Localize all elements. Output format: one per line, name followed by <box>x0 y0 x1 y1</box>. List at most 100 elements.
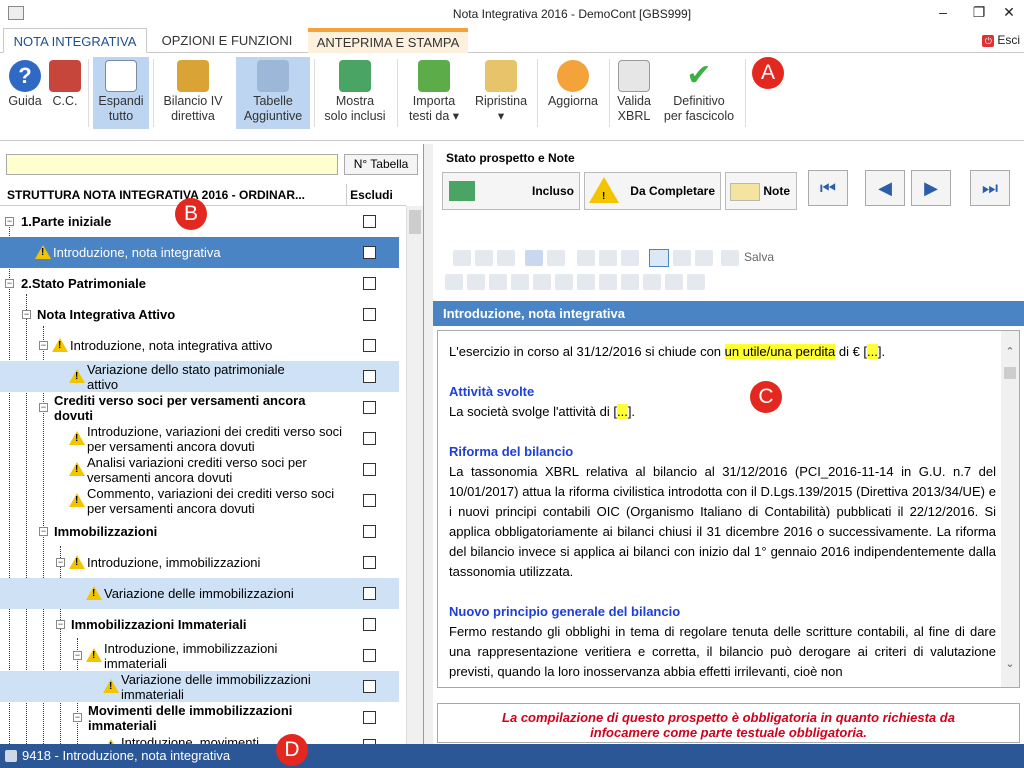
tree-row-variazione-immateriali[interactable]: Variazione delle immobilizzazioni immate… <box>0 671 399 702</box>
collapse-icon[interactable]: − <box>39 341 48 350</box>
tree-row-nota-attivo[interactable]: − Nota Integrativa Attivo <box>0 299 399 330</box>
escludi-checkbox[interactable] <box>363 618 376 631</box>
col-left-icon[interactable] <box>555 274 573 290</box>
row-above-icon[interactable] <box>489 274 507 290</box>
tree-row-variazione-stato-attivo[interactable]: Variazione dello stato patrimoniale atti… <box>0 361 399 392</box>
split-cells-icon[interactable] <box>643 274 661 290</box>
collapse-icon[interactable]: − <box>73 651 82 660</box>
table-props-icon[interactable] <box>467 274 485 290</box>
collapse-icon[interactable]: − <box>39 527 48 536</box>
tabelle-aggiuntive-button[interactable]: Tabelle Aggiuntive <box>236 57 310 129</box>
escludi-checkbox[interactable] <box>363 556 376 569</box>
definitivo-fascicolo-button[interactable]: ✔ Definitivo per fascicolo <box>657 57 741 129</box>
paste-icon[interactable] <box>497 250 515 266</box>
mostra-solo-inclusi-button[interactable]: Mostra solo inclusi <box>318 57 392 129</box>
incluso-button[interactable]: Incluso <box>442 172 580 210</box>
html-view-icon[interactable] <box>673 250 691 266</box>
cut-icon[interactable] <box>453 250 471 266</box>
save-icon[interactable] <box>721 250 739 266</box>
escludi-checkbox[interactable] <box>363 494 376 507</box>
next-record-button[interactable]: ▶ <box>911 170 951 206</box>
tree-row-stato-patrimoniale[interactable]: − 2.Stato Patrimoniale <box>0 268 399 299</box>
collapse-icon[interactable]: − <box>56 558 65 567</box>
tree-row-immateriali[interactable]: − Immobilizzazioni Immateriali <box>0 609 399 640</box>
collapse-icon[interactable]: − <box>22 310 31 319</box>
collapse-icon[interactable]: − <box>5 217 14 226</box>
document-scrollbar[interactable]: ⌃ ⌄ <box>1001 331 1019 687</box>
pane-splitter[interactable] <box>424 144 433 744</box>
row-delete-icon[interactable] <box>533 274 551 290</box>
minimize-button[interactable]: – <box>928 2 958 24</box>
tree-row-intro-movimenti[interactable]: Introduzione, movimenti <box>0 733 399 744</box>
scroll-thumb[interactable] <box>409 210 421 234</box>
esci-button[interactable]: ⏻ Esci <box>982 33 1020 47</box>
tree-row-intro-immobilizzazioni[interactable]: − Introduzione, immobilizzazioni <box>0 547 399 578</box>
da-completare-button[interactable]: Da Completare <box>584 172 721 215</box>
col-delete-icon[interactable] <box>599 274 617 290</box>
escludi-checkbox[interactable] <box>363 339 376 352</box>
collapse-icon[interactable]: − <box>39 403 48 412</box>
escludi-checkbox[interactable] <box>363 277 376 290</box>
preview-icon[interactable] <box>695 250 713 266</box>
tab-anteprima-stampa[interactable]: ANTEPRIMA E STAMPA <box>308 28 468 53</box>
last-record-button[interactable]: ⏭ <box>970 170 1010 206</box>
escludi-checkbox[interactable] <box>363 525 376 538</box>
tree-row-immobilizzazioni[interactable]: − Immobilizzazioni <box>0 516 399 547</box>
copy-icon[interactable] <box>475 250 493 266</box>
table-insert-icon[interactable] <box>445 274 463 290</box>
bilancio-iv-direttiva-button[interactable]: Bilancio IV direttiva <box>157 57 229 129</box>
find-icon[interactable] <box>599 250 617 266</box>
spellcheck-icon[interactable] <box>621 250 639 266</box>
col-right-icon[interactable] <box>577 274 595 290</box>
maximize-button[interactable]: ❐ <box>964 2 994 24</box>
merge-cells-icon[interactable] <box>621 274 639 290</box>
select-all-icon[interactable] <box>577 250 595 266</box>
redo-icon[interactable] <box>547 250 565 266</box>
aggiorna-button[interactable]: Aggiorna <box>541 57 605 129</box>
importa-testi-button[interactable]: Importa testi da ▾ <box>403 57 465 129</box>
search-input[interactable] <box>6 154 338 175</box>
tree-row-intro-immateriali[interactable]: − Introduzione, immobilizzazioni immater… <box>0 640 399 671</box>
tree-row-intro-crediti[interactable]: Introduzione, variazioni dei crediti ver… <box>0 423 399 454</box>
guida-button[interactable]: ? Guida <box>5 57 45 129</box>
scroll-down-icon[interactable]: ⌄ <box>1003 657 1017 671</box>
escludi-checkbox[interactable] <box>363 308 376 321</box>
cell-props-icon[interactable] <box>665 274 683 290</box>
tree-row-crediti-soci[interactable]: − Crediti verso soci per versamenti anco… <box>0 392 399 423</box>
escludi-checkbox[interactable] <box>363 463 376 476</box>
escludi-checkbox[interactable] <box>363 649 376 662</box>
valida-xbrl-button[interactable]: Valida XBRL <box>613 57 655 129</box>
escludi-checkbox[interactable] <box>363 587 376 600</box>
tree-row-analisi-crediti[interactable]: Analisi variazioni crediti verso soci pe… <box>0 454 399 485</box>
cc-button[interactable]: C.C. <box>47 57 83 129</box>
scroll-thumb[interactable] <box>1004 367 1016 379</box>
tab-opzioni-funzioni[interactable]: OPZIONI E FUNZIONI <box>149 28 305 53</box>
close-button[interactable]: ✕ <box>994 2 1024 24</box>
document-body[interactable]: L'esercizio in corso al 31/12/2016 si ch… <box>449 342 996 682</box>
ripristina-button[interactable]: Ripristina ▾ <box>469 57 533 129</box>
escludi-checkbox[interactable] <box>363 711 376 724</box>
escludi-checkbox[interactable] <box>363 215 376 228</box>
tree-row-movimenti-immateriali[interactable]: − Movimenti delle immobilizzazioni immat… <box>0 702 399 733</box>
previous-record-button[interactable]: ◀ <box>865 170 905 206</box>
scroll-up-icon[interactable]: ⌃ <box>1003 345 1017 359</box>
escludi-checkbox[interactable] <box>363 680 376 693</box>
row-below-icon[interactable] <box>511 274 529 290</box>
salva-label[interactable]: Salva <box>744 250 774 264</box>
tree-row-introduzione-attivo[interactable]: − Introduzione, nota integrativa attivo <box>0 330 399 361</box>
collapse-icon[interactable]: − <box>56 620 65 629</box>
escludi-checkbox[interactable] <box>363 432 376 445</box>
n-tabella-button[interactable]: N° Tabella <box>344 154 418 175</box>
tree-row-introduzione-nota[interactable]: Introduzione, nota integrativa <box>0 237 399 268</box>
tree-row-commento-crediti[interactable]: Commento, variazioni dei crediti verso s… <box>0 485 399 516</box>
normal-view-icon[interactable] <box>649 249 669 267</box>
tab-nota-integrativa[interactable]: NOTA INTEGRATIVA <box>3 28 147 53</box>
undo-icon[interactable] <box>525 250 543 266</box>
espandi-tutto-button[interactable]: Espandi tutto <box>93 57 149 129</box>
escludi-checkbox[interactable] <box>363 370 376 383</box>
document-editor[interactable]: L'esercizio in corso al 31/12/2016 si ch… <box>437 330 1020 688</box>
tree-row-variazione-immobilizzazioni[interactable]: Variazione delle immobilizzazioni <box>0 578 399 609</box>
escludi-checkbox[interactable] <box>363 401 376 414</box>
collapse-icon[interactable]: − <box>5 279 14 288</box>
table-delete-icon[interactable] <box>687 274 705 290</box>
